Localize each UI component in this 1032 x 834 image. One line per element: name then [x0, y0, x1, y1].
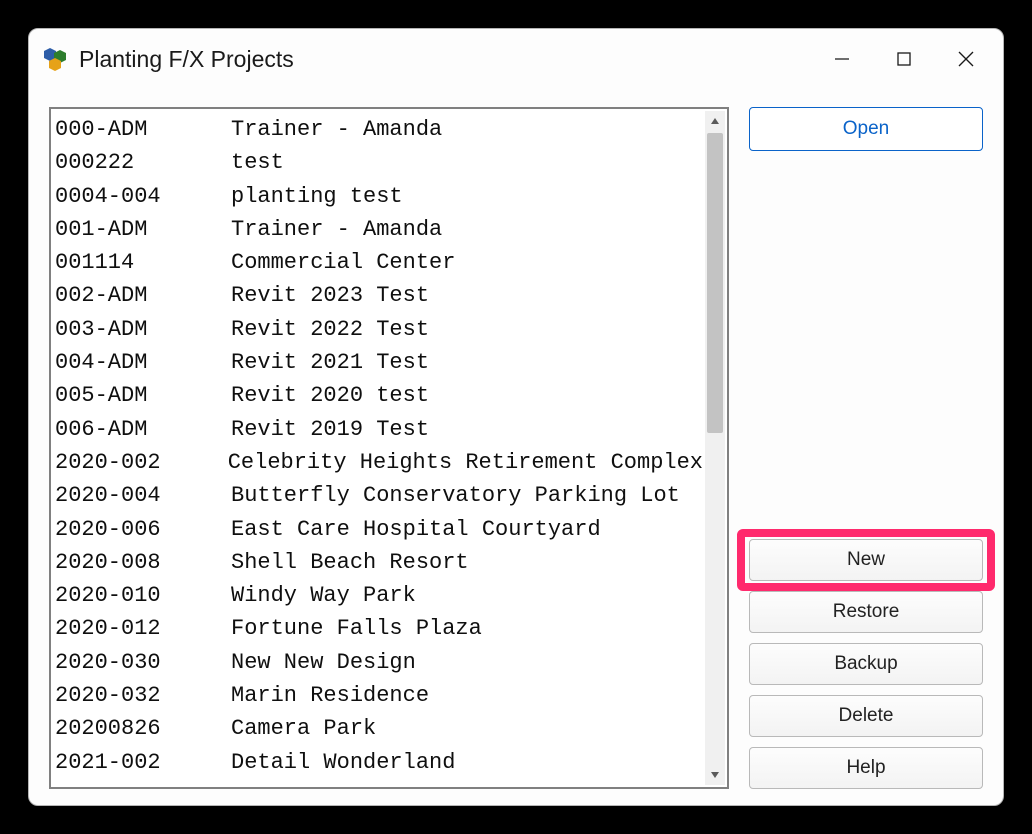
close-button[interactable]	[935, 34, 997, 84]
list-item[interactable]: 004-ADMRevit 2021 Test	[55, 346, 703, 379]
list-item[interactable]: 002-ADMRevit 2023 Test	[55, 279, 703, 312]
project-name: Celebrity Heights Retirement Complex	[228, 446, 703, 479]
project-id: 2020-004	[55, 479, 231, 512]
project-id: 000-ADM	[55, 113, 231, 146]
project-name: Fortune Falls Plaza	[231, 612, 482, 645]
list-item[interactable]: 2020-008Shell Beach Resort	[55, 546, 703, 579]
help-button[interactable]: Help	[749, 747, 983, 789]
delete-button[interactable]: Delete	[749, 695, 983, 737]
list-item[interactable]: 0004-004planting test	[55, 180, 703, 213]
project-id: 001-ADM	[55, 213, 231, 246]
project-name: Windy Way Park	[231, 579, 416, 612]
list-item[interactable]: 001114Commercial Center	[55, 246, 703, 279]
client-area: 000-ADMTrainer - Amanda000222test0004-00…	[29, 89, 1003, 805]
project-name: Butterfly Conservatory Parking Lot	[231, 479, 680, 512]
project-name: Revit 2020 test	[231, 379, 429, 412]
project-id: 002-ADM	[55, 279, 231, 312]
project-name: Revit 2019 Test	[231, 413, 429, 446]
list-item[interactable]: 2020-006East Care Hospital Courtyard	[55, 513, 703, 546]
list-item[interactable]: 000-ADMTrainer - Amanda	[55, 113, 703, 146]
list-item[interactable]: 006-ADMRevit 2019 Test	[55, 413, 703, 446]
project-id: 2020-008	[55, 546, 231, 579]
dialog-window: Planting F/X Projects 000-ADMTrainer - A…	[28, 28, 1004, 806]
list-item[interactable]: 20200826Camera Park	[55, 712, 703, 745]
project-name: Marin Residence	[231, 679, 429, 712]
project-name: Revit 2021 Test	[231, 346, 429, 379]
open-button[interactable]: Open	[749, 107, 983, 151]
scrollbar[interactable]	[705, 111, 725, 785]
new-button[interactable]: New	[749, 539, 983, 581]
restore-button[interactable]: Restore	[749, 591, 983, 633]
window-title: Planting F/X Projects	[79, 46, 294, 73]
app-icon	[43, 46, 69, 72]
project-id: 005-ADM	[55, 379, 231, 412]
project-id: 000222	[55, 146, 231, 179]
project-name: Commercial Center	[231, 246, 455, 279]
list-item[interactable]: 2020-004Butterfly Conservatory Parking L…	[55, 479, 703, 512]
project-name: New New Design	[231, 646, 416, 679]
project-id: 2021-004	[55, 779, 231, 783]
project-name: planting test	[231, 180, 403, 213]
project-name: Rosewood Retirement Complex	[231, 779, 587, 783]
project-name: Revit 2023 Test	[231, 279, 429, 312]
project-name: Trainer - Amanda	[231, 113, 442, 146]
list-item[interactable]: 2020-030New New Design	[55, 646, 703, 679]
project-id: 2020-010	[55, 579, 231, 612]
minimize-button[interactable]	[811, 34, 873, 84]
scrollbar-thumb[interactable]	[707, 133, 723, 433]
project-id: 004-ADM	[55, 346, 231, 379]
project-id: 2020-030	[55, 646, 231, 679]
project-id: 001114	[55, 246, 231, 279]
project-name: Detail Wonderland	[231, 746, 455, 779]
project-id: 003-ADM	[55, 313, 231, 346]
project-name: Camera Park	[231, 712, 376, 745]
project-id: 2020-002	[55, 446, 228, 479]
project-name: Revit 2022 Test	[231, 313, 429, 346]
project-name: East Care Hospital Courtyard	[231, 513, 601, 546]
project-listbox[interactable]: 000-ADMTrainer - Amanda000222test0004-00…	[49, 107, 729, 789]
project-id: 0004-004	[55, 180, 231, 213]
list-item[interactable]: 2020-032Marin Residence	[55, 679, 703, 712]
list-item[interactable]: 2021-004Rosewood Retirement Complex	[55, 779, 703, 783]
list-item[interactable]: 2020-012Fortune Falls Plaza	[55, 612, 703, 645]
list-item[interactable]: 2020-010Windy Way Park	[55, 579, 703, 612]
button-sidebar: Open New Restore Backup Delete Help	[749, 107, 983, 789]
project-id: 2020-006	[55, 513, 231, 546]
list-item[interactable]: 2021-002Detail Wonderland	[55, 746, 703, 779]
project-id: 20200826	[55, 712, 231, 745]
project-id: 006-ADM	[55, 413, 231, 446]
backup-button[interactable]: Backup	[749, 643, 983, 685]
scroll-down-icon[interactable]	[705, 765, 725, 785]
project-name: Shell Beach Resort	[231, 546, 469, 579]
list-item[interactable]: 005-ADMRevit 2020 test	[55, 379, 703, 412]
project-id: 2020-012	[55, 612, 231, 645]
list-item[interactable]: 2020-002Celebrity Heights Retirement Com…	[55, 446, 703, 479]
list-item[interactable]: 001-ADMTrainer - Amanda	[55, 213, 703, 246]
project-id: 2021-002	[55, 746, 231, 779]
project-id: 2020-032	[55, 679, 231, 712]
maximize-button[interactable]	[873, 34, 935, 84]
list-item[interactable]: 003-ADMRevit 2022 Test	[55, 313, 703, 346]
list-item[interactable]: 000222test	[55, 146, 703, 179]
titlebar: Planting F/X Projects	[29, 29, 1003, 89]
scroll-up-icon[interactable]	[705, 111, 725, 131]
project-name: test	[231, 146, 284, 179]
project-name: Trainer - Amanda	[231, 213, 442, 246]
